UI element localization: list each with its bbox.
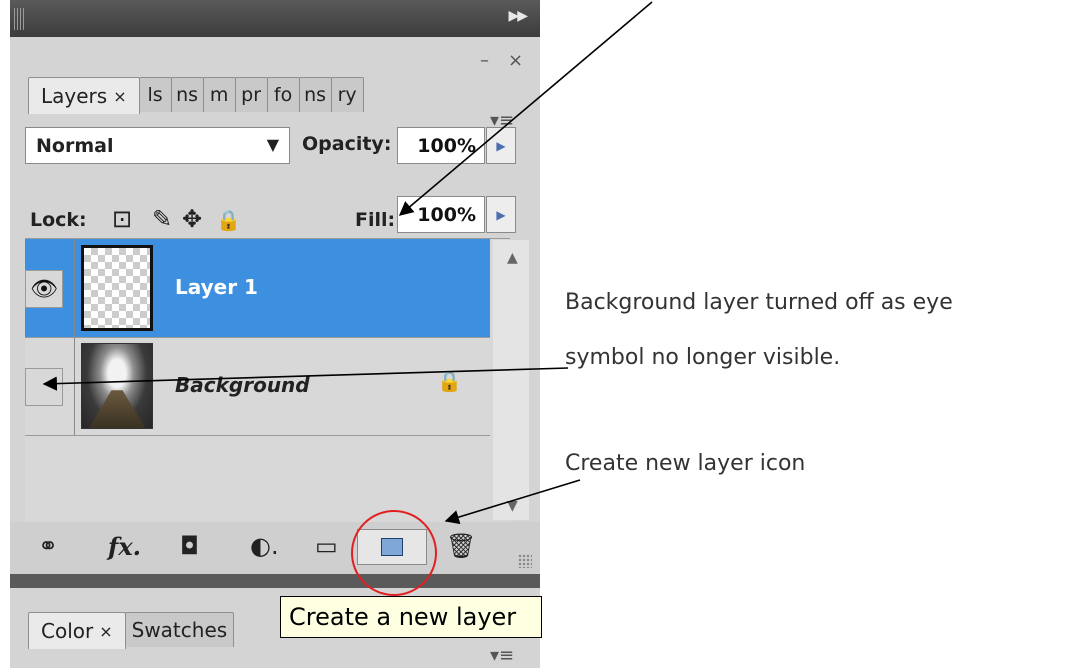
collapse-icon[interactable]: ▶▶ <box>508 8 527 24</box>
tooltip: Create a new layer <box>280 596 542 638</box>
color-panel-tabs: Color × Swatches <box>28 612 235 649</box>
tab-color[interactable]: Color × <box>28 612 126 649</box>
close-icon[interactable]: × <box>508 50 523 71</box>
layers-bottom-toolbar: ⚭ fx. ◘ ◐. ▭ 🗑 <box>10 522 540 574</box>
layer-thumbnail[interactable] <box>81 343 153 429</box>
annotation-background-off-line2: symbol no longer visible. <box>565 345 841 370</box>
opacity-slider-button[interactable]: ▶ <box>486 127 516 164</box>
panel-titlebar[interactable]: ▶▶ <box>10 0 540 37</box>
opacity-input[interactable]: 100% <box>397 127 485 164</box>
layer-thumbnail[interactable] <box>81 245 153 331</box>
fill-input[interactable]: 100% <box>397 196 485 233</box>
layers-scrollbar[interactable]: ▲ ▼ <box>493 240 529 520</box>
tab-paths[interactable]: ns <box>170 77 204 112</box>
opacity-label: Opacity: <box>302 133 392 155</box>
tab-info[interactable]: fo <box>266 77 300 112</box>
fx-icon[interactable]: fx. <box>108 532 141 561</box>
tab-brushes[interactable]: pr <box>234 77 268 112</box>
drag-grip-icon[interactable] <box>14 8 24 30</box>
annotation-background-off-line1: Background layer turned off as eye <box>565 290 953 315</box>
mask-icon[interactable]: ◘ <box>180 532 199 560</box>
layers-list: 👁 Layer 1 Background 🔒 <box>25 238 510 524</box>
scroll-up-icon[interactable]: ▲ <box>507 250 518 266</box>
tab-close-icon[interactable]: × <box>113 87 126 106</box>
folder-icon[interactable]: ▭ <box>315 532 338 560</box>
lock-brush-icon[interactable]: ✎ <box>152 205 172 233</box>
tab-histogram[interactable]: m <box>202 77 236 112</box>
minimize-icon[interactable]: – <box>480 50 489 71</box>
trash-icon[interactable]: 🗑 <box>446 532 476 560</box>
panel-menu-icon[interactable]: ▾≡ <box>490 645 514 666</box>
adjustment-icon[interactable]: ◐. <box>250 532 279 560</box>
tab-actions[interactable]: ns <box>298 77 332 112</box>
lock-move-icon[interactable]: ✥ <box>182 205 202 233</box>
layer-row-layer-1[interactable]: 👁 Layer 1 <box>25 239 490 338</box>
tab-close-icon[interactable]: × <box>99 622 112 641</box>
highlight-circle <box>351 510 437 596</box>
blend-mode-select[interactable]: Normal ▼ <box>25 127 290 164</box>
eye-icon[interactable]: 👁 <box>25 270 63 308</box>
link-icon[interactable]: ⚭ <box>38 532 58 560</box>
lock-transparent-icon[interactable]: ⊡ <box>112 205 132 233</box>
lock-label: Lock: <box>30 209 87 231</box>
layer-name[interactable]: Background <box>175 373 310 397</box>
chevron-down-icon: ▼ <box>266 135 279 154</box>
tab-layers[interactable]: Layers × <box>28 77 140 114</box>
tab-history[interactable]: ry <box>330 77 364 112</box>
panel-separator <box>10 574 540 588</box>
resize-grip-icon[interactable] <box>518 554 532 568</box>
fill-slider-button[interactable]: ▶ <box>486 196 516 233</box>
tab-swatches[interactable]: Swatches <box>124 612 235 647</box>
lock-all-icon[interactable]: 🔒 <box>216 208 241 232</box>
layer-row-background[interactable]: Background 🔒 <box>25 337 490 436</box>
layer-name[interactable]: Layer 1 <box>175 275 258 299</box>
scroll-down-icon[interactable]: ▼ <box>507 498 518 514</box>
visibility-toggle-empty[interactable] <box>25 368 63 406</box>
layers-panel: ▶▶ – × Layers × ls ns m pr fo ns ry ▾≡ N… <box>10 0 540 668</box>
panel-tabs: Layers × ls ns m pr fo ns ry <box>28 77 364 114</box>
annotation-new-layer: Create new layer icon <box>565 451 806 476</box>
tab-channels[interactable]: ls <box>138 77 172 112</box>
fill-label: Fill: <box>355 209 396 231</box>
layer-lock-icon: 🔒 <box>437 369 462 393</box>
